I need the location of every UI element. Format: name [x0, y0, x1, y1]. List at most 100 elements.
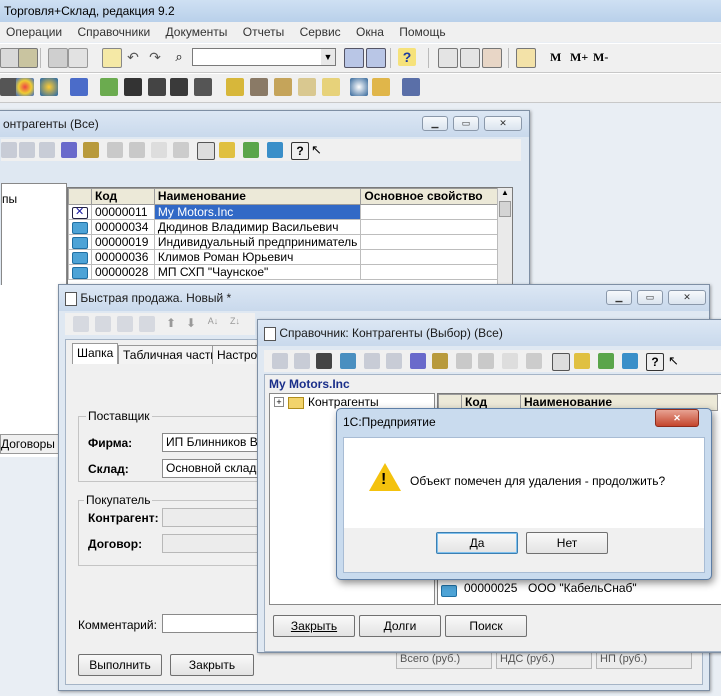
menu-help[interactable]: Помощь: [393, 22, 451, 42]
chevron-down-icon[interactable]: ▼: [321, 49, 335, 65]
report-icon[interactable]: [322, 78, 340, 96]
col-code[interactable]: Код: [91, 188, 155, 205]
table-icon[interactable]: [274, 78, 292, 96]
ledger-icon[interactable]: [148, 78, 166, 96]
settings-icon[interactable]: [402, 78, 420, 96]
copy-row-icon[interactable]: [95, 316, 111, 332]
menu-references[interactable]: Справочники: [71, 22, 156, 42]
comment-field[interactable]: [162, 614, 272, 633]
table-row[interactable]: 00000011 My Motors.Inc: [68, 204, 512, 220]
menu-documents[interactable]: Документы: [160, 22, 234, 42]
sort-asc-icon[interactable]: A↓: [205, 316, 221, 332]
find-icon[interactable]: [344, 48, 364, 68]
col-name[interactable]: Наименование: [153, 188, 362, 205]
scroll-up-icon[interactable]: ▲: [498, 188, 512, 200]
copy-item-icon[interactable]: [19, 142, 35, 158]
minimize-button[interactable]: ▁: [606, 290, 632, 305]
execute-button[interactable]: Выполнить: [78, 654, 162, 676]
add-row-icon[interactable]: [73, 316, 89, 332]
menu-reports[interactable]: Отчеты: [237, 22, 290, 42]
expand-icon[interactable]: +: [274, 397, 284, 407]
maximize-button[interactable]: ▭: [637, 290, 663, 305]
group-icon[interactable]: [456, 353, 472, 369]
register-icon[interactable]: [194, 78, 212, 96]
no-button[interactable]: Нет: [526, 532, 608, 554]
delete-icon[interactable]: [386, 353, 402, 369]
tab-header[interactable]: Шапка: [72, 343, 119, 364]
redo-icon[interactable]: ↷: [146, 48, 164, 66]
print-icon[interactable]: [48, 48, 68, 68]
find-button[interactable]: Поиск: [445, 615, 527, 637]
operations-icon[interactable]: [124, 78, 142, 96]
scrollbar[interactable]: ▲: [497, 188, 512, 284]
firm-field[interactable]: ИП Блинников Ва: [162, 433, 272, 452]
close-button[interactable]: ✕: [668, 290, 706, 305]
level-icon[interactable]: [478, 353, 494, 369]
tree-root-label[interactable]: Контрагенты: [308, 395, 379, 409]
copy-icon[interactable]: [68, 48, 88, 68]
memory-button[interactable]: M: [550, 50, 561, 65]
monitor-icon[interactable]: [267, 142, 283, 158]
minimize-button[interactable]: ▁: [422, 116, 448, 131]
calendar-tool-icon[interactable]: [372, 78, 390, 96]
table-row[interactable]: 00000025 ООО "КабельСнаб": [438, 580, 721, 597]
users-icon[interactable]: [170, 78, 188, 96]
context-help-icon[interactable]: ↖: [668, 353, 684, 369]
sort-icon[interactable]: [173, 142, 189, 158]
doc-icon[interactable]: [552, 353, 570, 371]
chart-icon[interactable]: [298, 78, 316, 96]
filter-icon[interactable]: [151, 142, 167, 158]
tab-contracts[interactable]: Договоры: [0, 434, 60, 454]
kontragenty-grid[interactable]: Код Наименование Основное свойство 00000…: [67, 187, 513, 287]
edit-row-icon[interactable]: [139, 316, 155, 332]
yes-button[interactable]: Да: [436, 532, 518, 554]
doc-icon[interactable]: [197, 142, 215, 160]
edit-item-icon[interactable]: [39, 142, 55, 158]
table-row[interactable]: 00000036 Климов Роман Юрьевич: [68, 249, 512, 265]
print-doc-icon[interactable]: [574, 353, 590, 369]
scroll-thumb[interactable]: [499, 201, 511, 217]
add-icon[interactable]: [272, 353, 288, 369]
level-icon[interactable]: [129, 142, 145, 158]
properties-icon[interactable]: [102, 48, 122, 68]
goods-icon[interactable]: [226, 78, 244, 96]
monitor-icon[interactable]: [622, 353, 638, 369]
delete-row-icon[interactable]: [117, 316, 133, 332]
table-row[interactable]: 00000034 Дюдинов Владимир Васильевич: [68, 219, 512, 235]
counterparty-field[interactable]: [162, 508, 272, 527]
filter-icon[interactable]: [502, 353, 518, 369]
warehouse-field[interactable]: Основной склад: [162, 459, 272, 478]
sort-icon[interactable]: [526, 353, 542, 369]
truck-icon[interactable]: [250, 78, 268, 96]
move-icon[interactable]: [410, 353, 426, 369]
hierarchy-icon[interactable]: [432, 353, 448, 369]
edit-icon[interactable]: [482, 48, 502, 68]
print-preview-icon[interactable]: [0, 48, 20, 68]
hierarchy-icon[interactable]: [83, 142, 99, 158]
menu-service[interactable]: Сервис: [294, 22, 347, 42]
document-icon[interactable]: [70, 78, 88, 96]
warehouse-icon[interactable]: [100, 78, 118, 96]
debts-button[interactable]: Долги: [359, 615, 441, 637]
globe-icon[interactable]: [40, 78, 58, 96]
add-icon[interactable]: [1, 142, 17, 158]
search-icon[interactable]: [340, 353, 356, 369]
tab-table[interactable]: Табличная часть: [118, 345, 222, 364]
new-folder-icon[interactable]: [294, 353, 310, 369]
book-icon[interactable]: [516, 48, 536, 68]
tree-icon[interactable]: [598, 353, 614, 369]
close-button[interactable]: Закрыть: [273, 615, 355, 637]
group-icon[interactable]: [107, 142, 123, 158]
palette-icon[interactable]: [16, 78, 34, 96]
edit-icon[interactable]: [364, 353, 380, 369]
print-doc-icon[interactable]: [219, 142, 235, 158]
memory-plus-button[interactable]: M+: [570, 50, 588, 65]
kontragenty-tree[interactable]: пы: [1, 183, 67, 287]
menu-operations[interactable]: Операции: [0, 22, 68, 42]
menu-windows[interactable]: Окна: [350, 22, 390, 42]
table-row[interactable]: 00000028 МП СХП "Чаунское": [68, 264, 512, 280]
search-combo[interactable]: ▼: [192, 48, 336, 66]
binoculars-icon[interactable]: ⌕: [170, 48, 188, 66]
help-icon[interactable]: ?: [291, 142, 309, 160]
arrow-down-icon[interactable]: ⬇: [183, 316, 199, 332]
